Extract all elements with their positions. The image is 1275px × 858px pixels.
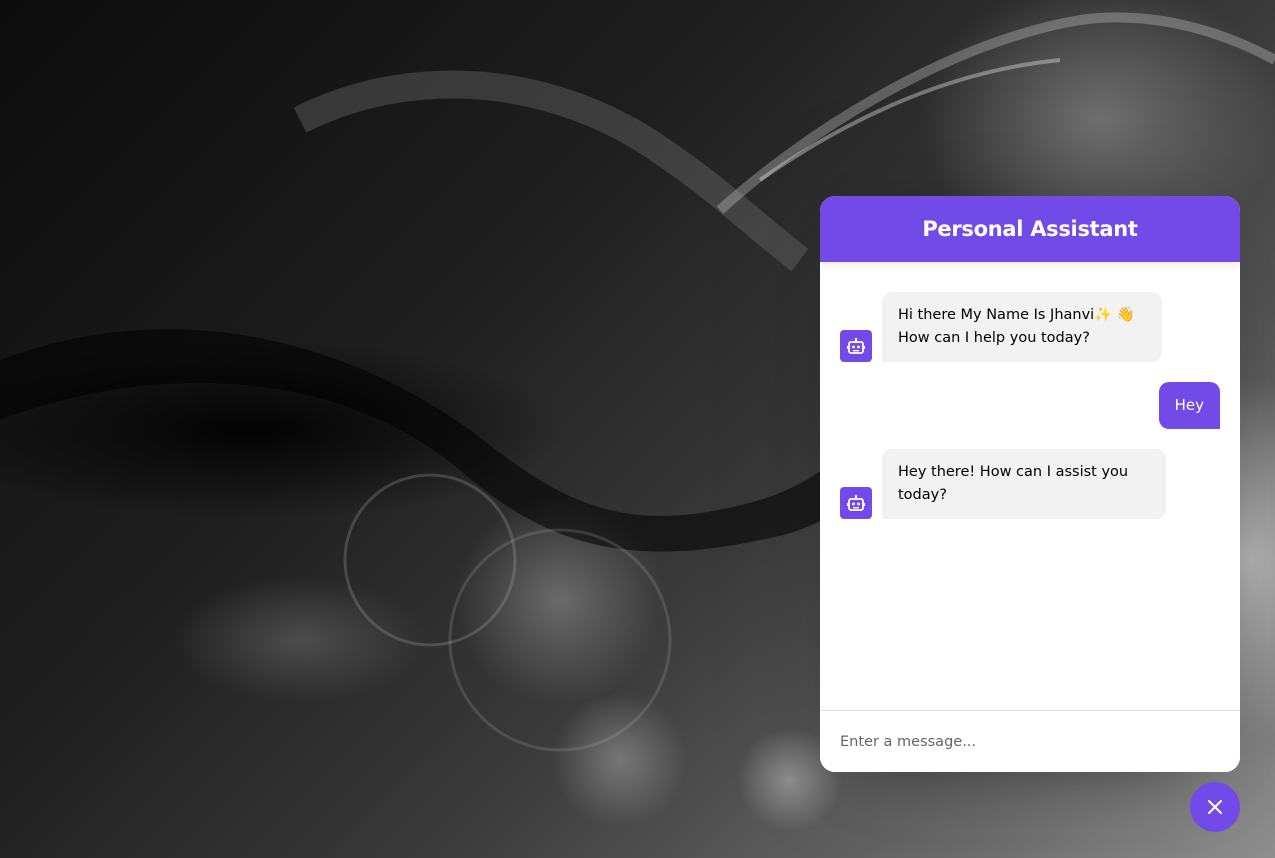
- message-text: Hi there My Name Is Jhanvi✨ 👋 How can I …: [882, 292, 1162, 362]
- chat-header: Personal Assistant: [820, 196, 1240, 262]
- outgoing-message: Hey: [1158, 382, 1220, 429]
- message-text: Hey: [1158, 382, 1220, 429]
- chatbot-toggle-button[interactable]: [1190, 782, 1240, 832]
- close-icon: [1206, 798, 1224, 816]
- chatbot-window: Personal Assistant Hi there My Name Is J…: [820, 196, 1240, 772]
- incoming-message: Hey there! How can I assist you today?: [840, 449, 1166, 519]
- message-input[interactable]: [840, 730, 1180, 754]
- message-text: Hey there! How can I assist you today?: [882, 449, 1166, 519]
- chat-title: Personal Assistant: [922, 217, 1138, 241]
- chat-input-bar: [820, 710, 1240, 772]
- incoming-message: Hi there My Name Is Jhanvi✨ 👋 How can I …: [840, 292, 1162, 362]
- robot-icon: [840, 330, 872, 362]
- robot-icon: [840, 487, 872, 519]
- chat-message-list[interactable]: Hi there My Name Is Jhanvi✨ 👋 How can I …: [820, 262, 1240, 710]
